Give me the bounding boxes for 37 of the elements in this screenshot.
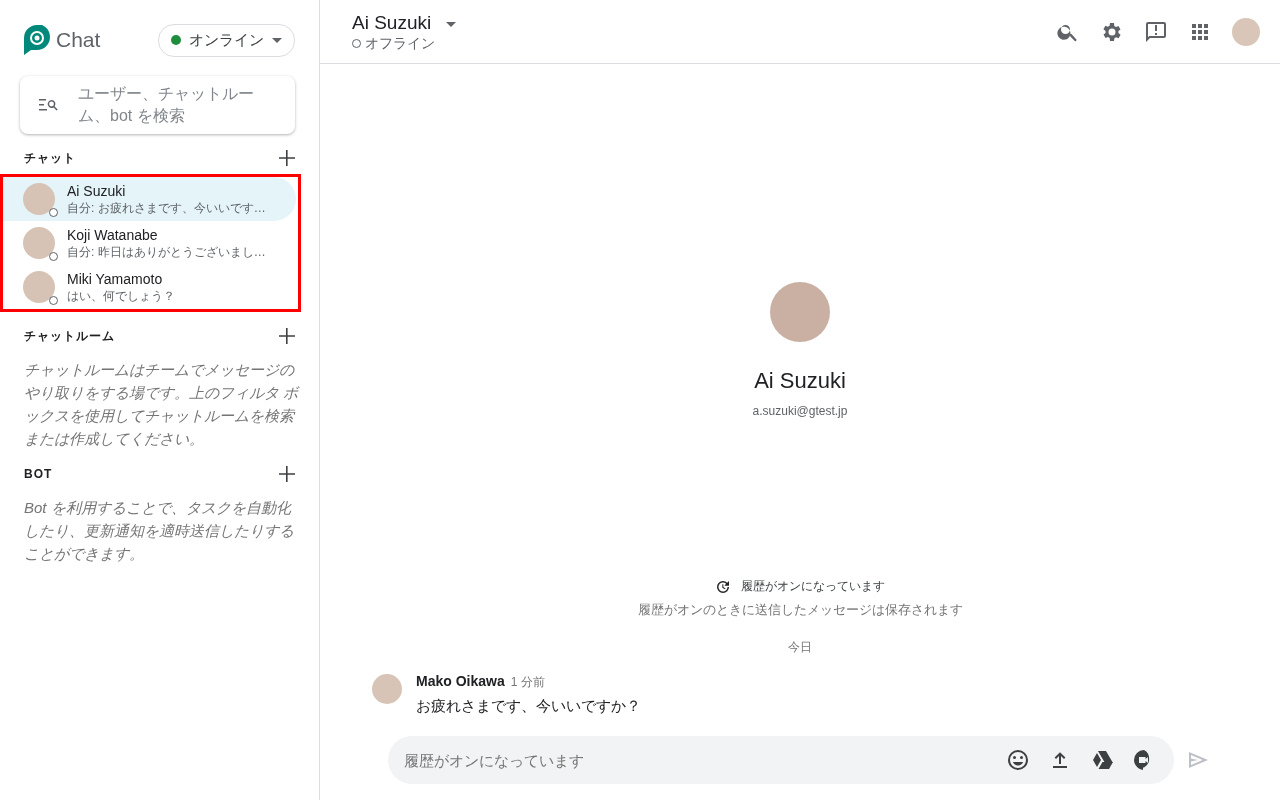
presence-status: オフライン	[365, 34, 435, 53]
chat-logo-icon	[24, 25, 50, 55]
history-note: 履歴がオンのときに送信したメッセージは保存されます	[637, 601, 963, 619]
history-icon	[715, 578, 731, 595]
section-title: BOT	[24, 467, 53, 481]
chat-list-item[interactable]: Koji Watanabe 自分: 昨日はありがとうございまし…	[3, 221, 296, 265]
profile-avatar	[770, 282, 830, 342]
chat-list-item[interactable]: Ai Suzuki 自分: お疲れさまです、今いいです…	[3, 177, 296, 221]
sender-name: Mako Oikawa	[416, 673, 505, 689]
section-hint: チャットルームはチームでメッセージのやり取りをする場です。上のフィルタ ボックスを使用してチャットルームを検索または作成してください。	[24, 360, 299, 449]
contact-name: Ai Suzuki	[67, 182, 127, 200]
section-title: チャット	[24, 149, 76, 167]
contact-name: Miki Yamamoto	[67, 270, 164, 288]
profile-name: Ai Suzuki	[754, 368, 846, 394]
caret-icon	[272, 37, 282, 43]
smiley-icon	[1006, 748, 1030, 772]
feedback-button[interactable]	[1144, 19, 1168, 44]
caret-icon	[446, 22, 457, 27]
section-title: チャットルーム	[24, 327, 115, 345]
section-hint: Bot を利用することで、タスクを自動化したり、更新通知を適時送信したりすることができます。	[24, 498, 295, 564]
chat-list-item[interactable]: Miki Yamamoto はい、何でしょう？	[3, 265, 296, 309]
message-time: 1 分前	[510, 675, 545, 689]
app-name: Chat	[56, 28, 101, 52]
message-preview: 自分: 昨日はありがとうございまし…	[67, 244, 266, 260]
date-divider: 今日	[788, 639, 812, 656]
profile-email: a.suzuki@gtest.jp	[752, 404, 848, 418]
message-input[interactable]: 履歴がオンになっています	[388, 736, 1174, 784]
message-preview: はい、何でしょう？	[67, 288, 175, 304]
sender-avatar	[372, 674, 402, 704]
history-status: 履歴がオンになっています	[741, 578, 885, 595]
emoji-button[interactable]	[1006, 748, 1030, 772]
feedback-icon	[1144, 19, 1168, 44]
contact-name: Koji Watanabe	[67, 226, 159, 244]
status-dropdown[interactable]: オンライン	[158, 23, 295, 57]
message-text: お疲れさまです、今いいですか？	[416, 697, 641, 716]
message-preview: 自分: お疲れさまです、今いいです…	[67, 200, 266, 216]
conversation-title: Ai Suzuki	[352, 11, 432, 34]
